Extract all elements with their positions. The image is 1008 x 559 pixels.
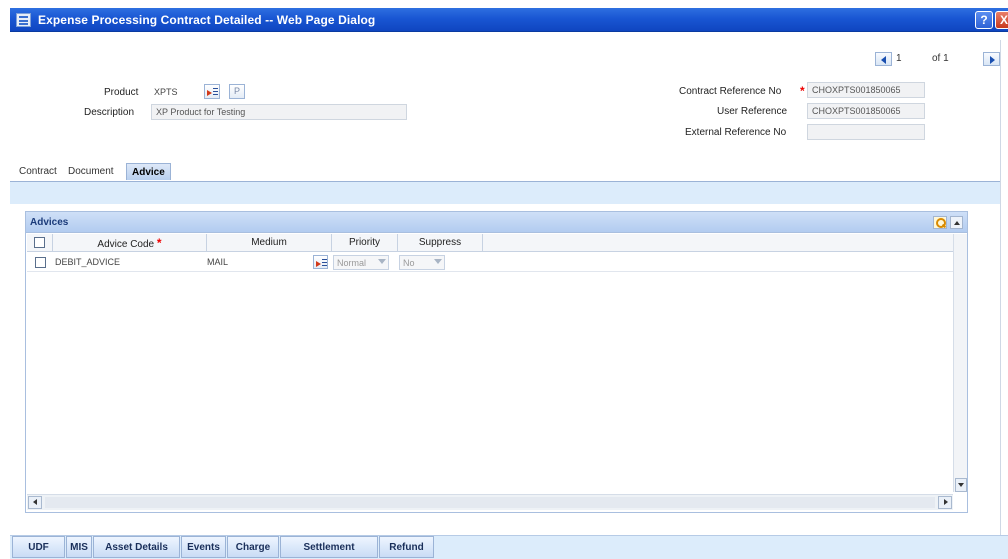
user-reference-field[interactable]: CHOXPTS001850065 xyxy=(807,103,925,119)
previous-record-button[interactable] xyxy=(875,52,892,66)
help-button[interactable]: ? xyxy=(975,11,993,29)
tab-document[interactable]: Document xyxy=(63,163,119,180)
chevron-down-icon xyxy=(434,259,442,264)
product-value: XPTS xyxy=(154,87,178,97)
priority-select[interactable]: Normal xyxy=(333,255,389,270)
window-title: Expense Processing Contract Detailed -- … xyxy=(38,13,376,27)
page-total: of 1 xyxy=(932,53,949,64)
tab-advice[interactable]: Advice xyxy=(126,163,171,180)
settlement-button[interactable]: Settlement xyxy=(280,536,378,558)
column-priority: Priority xyxy=(332,234,398,252)
column-medium: Medium xyxy=(207,234,332,252)
advices-table-header: Advice Code * Medium Priority Suppress xyxy=(27,234,953,252)
next-record-button[interactable] xyxy=(983,52,1000,66)
medium-cell[interactable]: MAIL xyxy=(207,253,228,272)
charge-button[interactable]: Charge xyxy=(227,536,279,558)
required-marker: * xyxy=(800,84,805,98)
column-advice-code: Advice Code * xyxy=(53,234,207,252)
scroll-down-button[interactable] xyxy=(955,478,967,492)
close-button[interactable]: X xyxy=(995,11,1008,29)
mis-button[interactable]: MIS xyxy=(66,536,92,558)
advices-header: Advices xyxy=(26,212,967,233)
current-page: 1 xyxy=(896,53,902,64)
tab-contract[interactable]: Contract xyxy=(14,163,62,180)
description-field[interactable]: XP Product for Testing xyxy=(151,104,407,120)
contract-reference-label: Contract Reference No xyxy=(679,86,782,97)
tab-header-strip xyxy=(10,182,1004,204)
arrow-right-icon xyxy=(990,56,995,64)
contract-reference-field[interactable]: CHOXPTS001850065 xyxy=(807,82,925,98)
search-icon[interactable] xyxy=(933,216,947,229)
medium-list-icon[interactable] xyxy=(313,255,328,269)
user-reference-label: User Reference xyxy=(717,106,788,117)
scrollbar-thumb[interactable] xyxy=(45,497,935,508)
asset-details-button[interactable]: Asset Details xyxy=(93,536,180,558)
chevron-down-icon xyxy=(378,259,386,264)
scroll-up-button[interactable] xyxy=(950,216,963,229)
udf-details-button[interactable]: UDF Details xyxy=(12,536,65,558)
horizontal-scrollbar[interactable] xyxy=(27,494,953,510)
events-button[interactable]: Events xyxy=(181,536,226,558)
product-p-button[interactable]: P xyxy=(229,84,245,99)
refund-button[interactable]: Refund xyxy=(379,536,434,558)
title-bar: Expense Processing Contract Detailed -- … xyxy=(10,8,1008,32)
window-icon xyxy=(16,13,31,27)
scroll-right-button[interactable] xyxy=(938,496,952,509)
description-label: Description xyxy=(84,107,135,118)
select-all-column xyxy=(27,234,53,252)
window-edge xyxy=(1000,40,1008,535)
product-list-icon[interactable] xyxy=(204,84,220,99)
column-suppress: Suppress xyxy=(398,234,483,252)
product-label: Product xyxy=(104,87,139,98)
external-reference-label: External Reference No xyxy=(685,127,787,138)
select-all-checkbox[interactable] xyxy=(34,237,45,248)
suppress-select[interactable]: No xyxy=(399,255,445,270)
vertical-scrollbar[interactable] xyxy=(953,234,967,492)
advice-code-cell: DEBIT_ADVICE xyxy=(55,257,121,267)
advices-title: Advices xyxy=(30,217,69,228)
table-row: DEBIT_ADVICE MAIL Normal No xyxy=(27,253,953,272)
row-checkbox[interactable] xyxy=(35,257,46,268)
scroll-left-button[interactable] xyxy=(28,496,42,509)
required-marker: * xyxy=(156,236,162,250)
external-reference-field[interactable] xyxy=(807,124,925,140)
advices-panel: Advices Advice Code * Medium Priority Su… xyxy=(25,211,968,513)
arrow-left-icon xyxy=(881,56,886,64)
